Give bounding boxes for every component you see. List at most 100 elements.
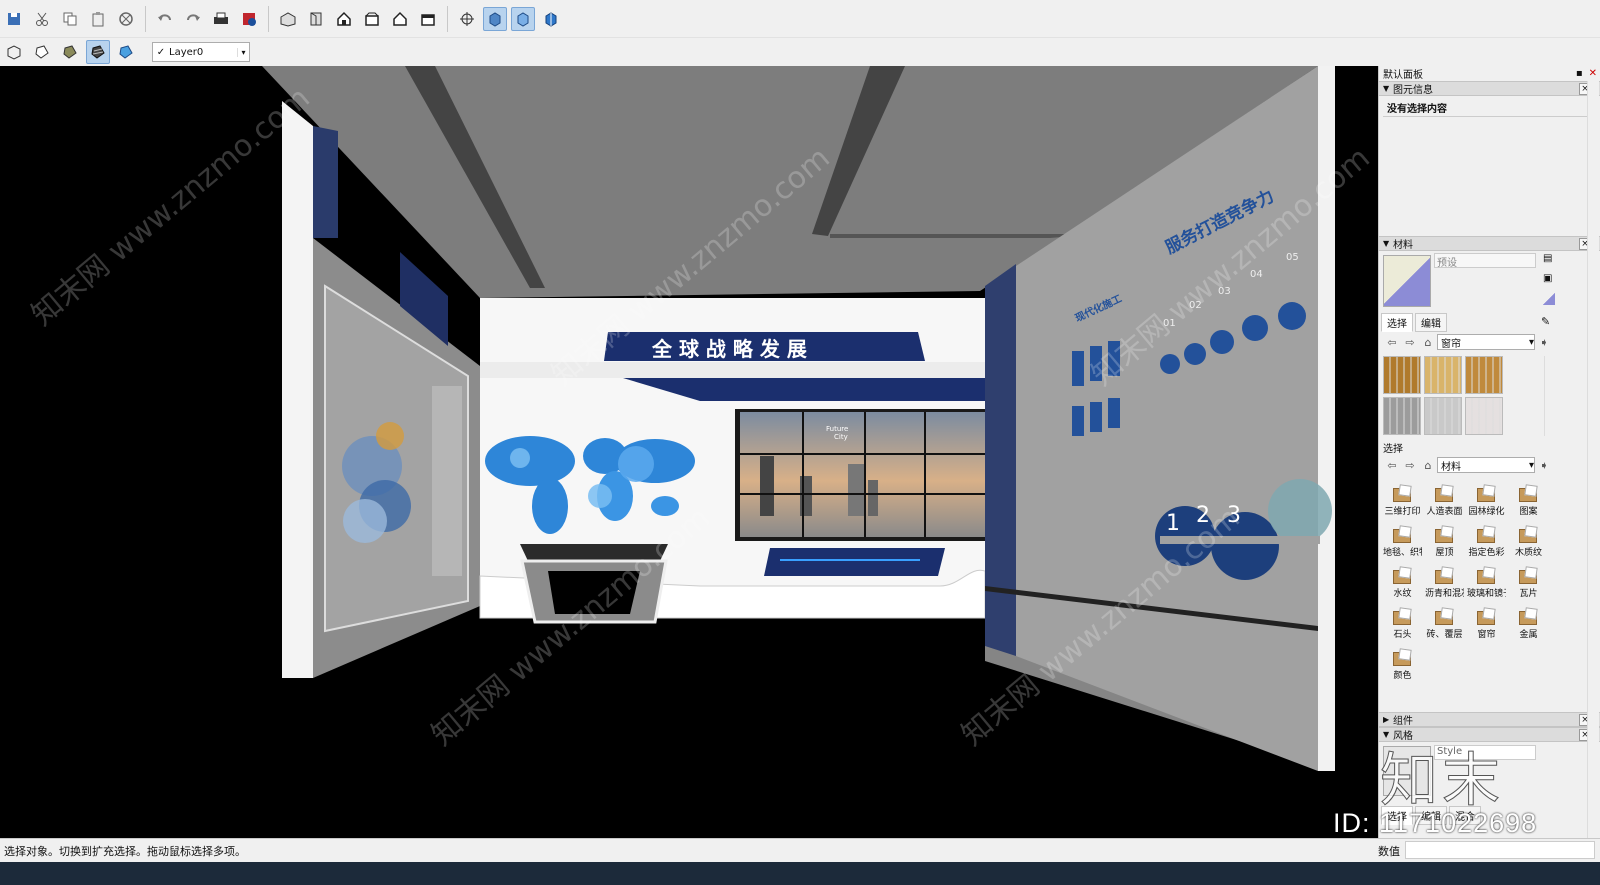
create-material-icon[interactable]: ▤	[1543, 253, 1555, 265]
material-folder[interactable]: 人造表面	[1425, 479, 1464, 517]
details-arrow-icon[interactable]: ➧	[1535, 336, 1553, 349]
folder-icon	[1434, 607, 1455, 625]
paste-icon[interactable]	[86, 7, 110, 31]
scene-render	[262, 66, 1335, 771]
panel-entity-info-header[interactable]: ▼ 图元信息 ×	[1379, 81, 1600, 96]
shaded-texture-icon[interactable]	[86, 40, 110, 64]
wireframe-icon[interactable]	[511, 6, 535, 31]
home-icon[interactable]: ⌂	[1419, 459, 1437, 472]
material-swatch[interactable]	[1465, 356, 1503, 394]
eyedropper-icon[interactable]: ✎	[1541, 315, 1550, 328]
tab-edit[interactable]: 编辑	[1415, 313, 1447, 332]
hidden-line-style-icon[interactable]	[30, 40, 54, 64]
folder-icon	[1392, 648, 1413, 666]
forward-arrow-icon[interactable]: ⇨	[1401, 459, 1419, 472]
details-arrow-icon[interactable]: ➧	[1535, 459, 1553, 472]
folder-label: 窗帘	[1477, 630, 1496, 640]
watermark-logo: 知末	[1379, 746, 1505, 815]
material-swatch-grid	[1383, 356, 1503, 435]
measurements-input[interactable]	[1405, 841, 1595, 859]
section-label: 选择	[1383, 444, 1403, 455]
expand-icon: ▼	[1383, 84, 1390, 93]
copy-icon[interactable]	[58, 7, 82, 31]
pin-icon[interactable]: ▪	[1576, 68, 1583, 79]
material-swatch[interactable]	[1465, 397, 1503, 435]
xray-icon[interactable]	[483, 6, 507, 31]
folder-label: 玻璃和镜子	[1467, 589, 1506, 599]
material-swatch[interactable]	[1424, 397, 1462, 435]
back-view-icon[interactable]	[388, 7, 412, 31]
erase-icon[interactable]	[114, 7, 138, 31]
divider	[1383, 116, 1589, 117]
sample-paint-icon[interactable]: ▣	[1543, 273, 1555, 285]
undo-icon[interactable]	[153, 7, 177, 31]
folder-label: 三维打印	[1384, 507, 1421, 517]
home-icon[interactable]: ⌂	[1419, 336, 1437, 349]
panel-materials-header[interactable]: ▼ 材料 ×	[1379, 236, 1600, 251]
material-collection-dropdown[interactable]: 窗帘 ▾	[1437, 334, 1535, 350]
material-folder[interactable]: 玻璃和镜子	[1467, 561, 1506, 599]
monochrome-icon[interactable]	[114, 40, 138, 64]
material-folder[interactable]: 石头	[1383, 602, 1422, 640]
material-folder[interactable]: 指定色彩	[1467, 520, 1506, 558]
right-view-icon[interactable]	[360, 7, 384, 31]
material-folder[interactable]: 金属	[1509, 602, 1548, 640]
front-view-icon[interactable]	[332, 7, 356, 31]
material-name-field[interactable]: 预设	[1434, 253, 1536, 269]
shaded-icon[interactable]	[58, 40, 82, 64]
close-icon[interactable]: ✕	[1589, 68, 1597, 79]
material-swatch[interactable]	[1424, 356, 1462, 394]
material-swatch[interactable]	[1383, 356, 1421, 394]
status-bar: 选择对象。切换到扩充选择。拖动鼠标选择多项。 数值	[0, 838, 1600, 862]
folder-icon	[1392, 484, 1413, 502]
folder-icon	[1392, 525, 1413, 543]
hidden-line-icon[interactable]	[539, 7, 563, 31]
layer-name: Layer0	[169, 46, 204, 58]
ring-number: 3	[1227, 503, 1241, 528]
material-library-dropdown[interactable]: 材料 ▾	[1437, 457, 1535, 473]
material-folder[interactable]: 窗帘	[1467, 602, 1506, 640]
cut-icon[interactable]	[30, 7, 54, 31]
material-folder[interactable]: 三维打印	[1383, 479, 1422, 517]
material-folder[interactable]: 园林绿化	[1467, 479, 1506, 517]
material-folder[interactable]: 颜色	[1383, 643, 1422, 681]
material-folder[interactable]: 图案	[1509, 479, 1548, 517]
material-folder[interactable]: 水纹	[1383, 561, 1422, 599]
scrollbar[interactable]	[1544, 356, 1556, 436]
back-arrow-icon[interactable]: ⇦	[1383, 336, 1401, 349]
wireframe-style-icon[interactable]	[2, 40, 26, 64]
perspective-icon[interactable]	[455, 7, 479, 31]
save-icon[interactable]	[2, 7, 26, 31]
default-material-icon[interactable]	[1543, 293, 1555, 305]
step-number: 05	[1286, 252, 1299, 263]
folder-icon	[1518, 484, 1539, 502]
banner-title: 全 球 战 略 发 展	[652, 337, 807, 361]
material-folder[interactable]: 屋顶	[1425, 520, 1464, 558]
folder-label: 人造表面	[1426, 507, 1463, 517]
material-folder[interactable]: 木质纹	[1509, 520, 1548, 558]
main-toolbar	[0, 0, 1600, 38]
tray-scrollbar[interactable]	[1587, 81, 1599, 838]
tab-select[interactable]: 选择	[1381, 313, 1413, 332]
model-info-icon[interactable]	[237, 7, 261, 31]
material-folder[interactable]: 瓦片	[1509, 561, 1548, 599]
redo-icon[interactable]	[181, 7, 205, 31]
folder-label: 颜色	[1393, 671, 1412, 681]
top-view-icon[interactable]	[304, 7, 328, 31]
material-folder[interactable]: 地毯、织物	[1383, 520, 1422, 558]
back-arrow-icon[interactable]: ⇦	[1383, 459, 1401, 472]
material-swatch[interactable]	[1383, 397, 1421, 435]
folder-label: 指定色彩	[1468, 548, 1505, 558]
folder-label: 地毯、织物	[1383, 548, 1422, 558]
model-viewport[interactable]: 全 球 战 略 发 展 Future City 服务打造竞争力 现代化施工 01…	[0, 66, 1378, 838]
material-folder[interactable]: 沥青和混凝土	[1425, 561, 1464, 599]
left-view-icon[interactable]	[416, 7, 440, 31]
iso-view-icon[interactable]	[276, 7, 300, 31]
print-icon[interactable]	[209, 7, 233, 31]
panel-components-header[interactable]: ▶ 组件 ×	[1379, 712, 1600, 727]
material-folder[interactable]: 砖、覆层	[1425, 602, 1464, 640]
forward-arrow-icon[interactable]: ⇨	[1401, 336, 1419, 349]
folder-icon	[1518, 566, 1539, 584]
layer-dropdown[interactable]: ✓ Layer0 ▾	[152, 42, 250, 62]
materials-nav-bottom: ⇦ ⇨ ⌂ 材料 ▾ ➧	[1383, 456, 1593, 474]
